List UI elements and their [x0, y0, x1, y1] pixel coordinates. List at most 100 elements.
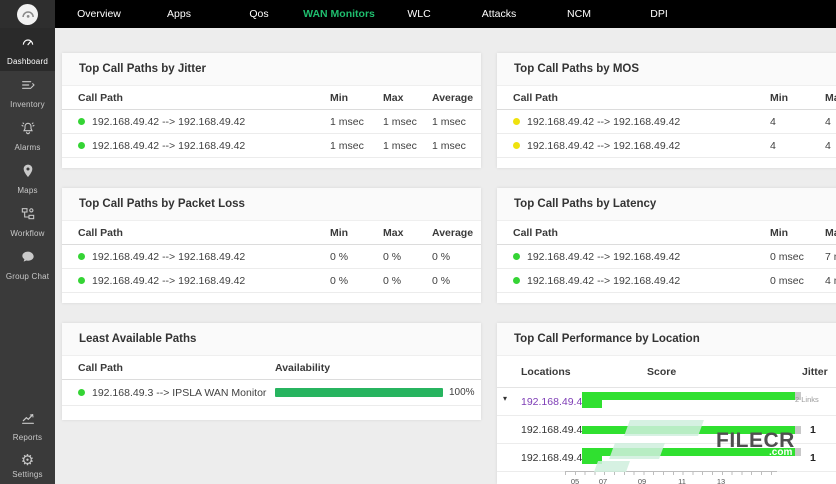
table-row[interactable]: 192.168.49.42 --> 192.168.49.42 0 msec 7…: [497, 245, 836, 269]
col-max: Max: [383, 226, 404, 239]
nav-tabs: Overview Apps Qos WAN Monitors WLC Attac…: [55, 0, 699, 28]
col-max: Max: [825, 226, 836, 239]
tab-attacks[interactable]: Attacks: [459, 0, 539, 28]
top-navbar: Overview Apps Qos WAN Monitors WLC Attac…: [0, 0, 836, 28]
call-path-link[interactable]: 192.168.49.42 --> 192.168.49.42: [527, 275, 680, 287]
sidebar-item-alarms[interactable]: Alarms: [0, 114, 55, 157]
sidebar-item-reports[interactable]: Reports: [0, 404, 55, 447]
location-link[interactable]: 192.168.49.42: [521, 452, 588, 464]
workflow-icon: [20, 206, 36, 227]
avg-value: 1 msec: [432, 139, 466, 152]
table-row[interactable]: 192.168.49.42 --> 192.168.49.42 0 % 0 % …: [62, 245, 481, 269]
col-average: Average: [432, 91, 474, 104]
col-score: Score: [647, 366, 677, 378]
table-header: Call Path Min Max Average: [62, 221, 481, 245]
call-path-link[interactable]: 192.168.49.42 --> 192.168.49.42: [92, 140, 245, 152]
call-path-link[interactable]: 192.168.49.3 --> IPSLA WAN Monitor: [92, 387, 266, 399]
table-row[interactable]: ▾ 192.168.49.42 2 Links: [497, 388, 836, 416]
tab-qos[interactable]: Qos: [219, 0, 299, 28]
table-row[interactable]: 192.168.49.3 --> IPSLA WAN Monitor 100%: [62, 380, 481, 406]
avg-value: 1 msec: [432, 115, 466, 128]
watermark-shape: [609, 443, 665, 459]
sidebar-item-label: Workflow: [10, 229, 45, 238]
tab-dpi[interactable]: DPI: [619, 0, 699, 28]
app-logo[interactable]: [0, 0, 55, 28]
col-call-path: Call Path: [513, 226, 558, 239]
sidebar-item-group-chat[interactable]: Group Chat: [0, 243, 55, 286]
panel-title: Top Call Paths by Packet Loss: [62, 188, 481, 221]
avg-value: 0 %: [432, 274, 451, 287]
call-path-link[interactable]: 192.168.49.42 --> 192.168.49.42: [527, 140, 680, 152]
min-value: 4: [770, 139, 776, 152]
gauge-icon: [20, 34, 36, 55]
call-path-link[interactable]: 192.168.49.42 --> 192.168.49.42: [527, 251, 680, 263]
table-row[interactable]: 192.168.49.42 --> 192.168.49.42 4 4: [497, 110, 836, 134]
sidebar-item-dashboard[interactable]: Dashboard: [0, 28, 55, 71]
max-value: 0 %: [383, 250, 402, 263]
call-path-link[interactable]: 192.168.49.42 --> 192.168.49.42: [527, 116, 680, 128]
status-dot: [513, 142, 520, 149]
col-min: Min: [330, 226, 349, 239]
col-call-path: Call Path: [513, 91, 558, 104]
tab-ncm[interactable]: NCM: [539, 0, 619, 28]
status-dot: [513, 277, 520, 284]
panel-top-call-paths-by-packet-loss: Top Call Paths by Packet Loss Call Path …: [62, 188, 481, 303]
min-value: 0 msec: [770, 274, 804, 287]
availability-bar: [275, 388, 443, 397]
panel-top-call-paths-by-mos: Top Call Paths by MOS Call Path Min Max …: [497, 53, 836, 168]
tab-wan-monitors[interactable]: WAN Monitors: [299, 0, 379, 28]
sidebar-item-label: Inventory: [10, 100, 45, 109]
app-window: Overview Apps Qos WAN Monitors WLC Attac…: [0, 0, 836, 484]
jitter-value: 1: [810, 452, 816, 464]
table-row[interactable]: 192.168.49.42 --> 192.168.49.42 0 % 0 % …: [62, 269, 481, 293]
sidebar-item-workflow[interactable]: Workflow: [0, 200, 55, 243]
call-path-link[interactable]: 192.168.49.42 --> 192.168.49.42: [92, 275, 245, 287]
alarm-bell-icon: [20, 120, 36, 141]
panel-title: Least Available Paths: [62, 323, 481, 356]
location-link[interactable]: 192.168.49.42: [521, 424, 588, 436]
max-value: 4: [825, 115, 831, 128]
sidebar-item-maps[interactable]: Maps: [0, 157, 55, 200]
list-icon: [20, 77, 36, 98]
status-dot: [513, 118, 520, 125]
expand-caret-icon[interactable]: ▾: [503, 394, 507, 403]
min-value: 0 %: [330, 274, 349, 287]
table-row[interactable]: 192.168.49.42 --> 192.168.49.42 1 msec 1…: [62, 134, 481, 158]
panel-title: Top Call Performance by Location: [497, 323, 836, 356]
sidebar-item-label: Maps: [17, 186, 38, 195]
links-count: 2 Links: [795, 395, 819, 404]
call-path-link[interactable]: 192.168.49.42 --> 192.168.49.42: [92, 116, 245, 128]
tab-overview[interactable]: Overview: [59, 0, 139, 28]
table-row[interactable]: 192.168.49.42 --> 192.168.49.42 4 4: [497, 134, 836, 158]
sidebar-item-label: Reports: [12, 433, 43, 442]
score-axis: 05 07 09 11 13: [565, 471, 777, 484]
tab-apps[interactable]: Apps: [139, 0, 219, 28]
panel-title: Top Call Paths by Jitter: [62, 53, 481, 86]
score-bar: [582, 392, 796, 400]
sidebar-item-inventory[interactable]: Inventory: [0, 71, 55, 114]
score-bar-cap: [795, 448, 802, 456]
tab-wlc[interactable]: WLC: [379, 0, 459, 28]
watermark-shape: [593, 461, 631, 472]
call-path-link[interactable]: 192.168.49.42 --> 192.168.49.42: [92, 251, 245, 263]
sidebar-item-settings[interactable]: ⚙ Settings: [0, 447, 55, 484]
sidebar-item-label: Alarms: [14, 143, 41, 152]
location-link[interactable]: 192.168.49.42: [521, 396, 588, 408]
avg-value: 0 %: [432, 250, 451, 263]
chat-bubble-icon: [20, 249, 36, 270]
col-call-path: Call Path: [78, 226, 123, 239]
col-call-path: Call Path: [78, 91, 123, 104]
status-dot: [78, 118, 85, 125]
logo-icon: [17, 3, 38, 25]
panel-top-call-paths-by-latency: Top Call Paths by Latency Call Path Min …: [497, 188, 836, 303]
table-row[interactable]: 192.168.49.42 --> 192.168.49.42 0 msec 4…: [497, 269, 836, 293]
availability-value: 100%: [449, 387, 475, 398]
min-value: 0 msec: [770, 250, 804, 263]
table-row[interactable]: 192.168.49.42 --> 192.168.49.42 1 msec 1…: [62, 110, 481, 134]
score-sub-bar: [582, 400, 602, 408]
table-header: Call Path Availability: [62, 356, 481, 380]
panel-top-call-paths-by-jitter: Top Call Paths by Jitter Call Path Min M…: [62, 53, 481, 168]
status-dot: [78, 277, 85, 284]
min-value: 4: [770, 115, 776, 128]
